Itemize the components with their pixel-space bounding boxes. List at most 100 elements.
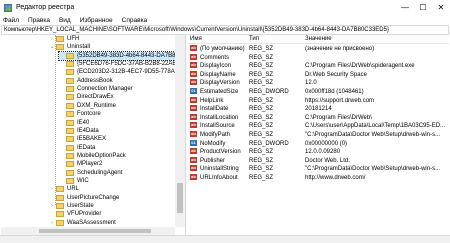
value-name: (По умолчанию)	[200, 46, 245, 52]
value-row[interactable]: ab InstallLocation REG_SZ C:\Program Files\…	[187, 113, 449, 123]
value-data: http://www.drweb.com/	[305, 175, 366, 181]
value-row[interactable]: ab ModifyPath REG_SZ "C:\ProgramData\Doctor…	[187, 131, 449, 140]
menu-favorites[interactable]: Избранное	[80, 17, 113, 24]
value-name: ModifyPath	[200, 132, 231, 138]
value-type: REG_SZ	[249, 80, 274, 87]
tree-item[interactable]: AddressBook	[59, 77, 113, 85]
value-type: REG_SZ	[249, 54, 274, 61]
column-name-header[interactable]: Имя	[190, 35, 202, 44]
tree-item-label: URL	[67, 186, 80, 193]
tree-item[interactable]: Connection Manager	[59, 85, 133, 93]
tree-item[interactable]: {5FCE6D76-F5DC-37AB-B2B8-22AB8CEDI	[59, 60, 185, 68]
folder-icon	[56, 186, 64, 193]
folder-icon	[56, 203, 64, 209]
close-button[interactable]: ✕	[432, 0, 450, 15]
tree-expander-icon[interactable]: ›	[49, 219, 55, 227]
value-type: REG_SZ	[249, 132, 274, 138]
tree-item[interactable]: IE5BAKEX	[59, 135, 106, 143]
folder-icon	[66, 161, 74, 168]
folder-icon	[56, 44, 64, 51]
tree-expander-icon[interactable]: ⌄	[49, 43, 55, 51]
value-type: REG_DWORD	[249, 140, 289, 147]
value-row[interactable]: ab InstallDate REG_SZ 20181214	[187, 105, 449, 114]
registry-tree: › UFH ⌄ Uninstall {5352DB49-383D-4b64-8443-D…	[1, 35, 186, 235]
value-row[interactable]: ab InstallSource REG_SZ C:\Users\user\AppDa…	[187, 122, 449, 131]
column-type-header[interactable]: Тип	[249, 35, 259, 44]
tree-item[interactable]: IE4Data	[59, 127, 99, 135]
tree-item[interactable]: › UserState	[49, 202, 94, 210]
tree-horizontal-scroll-thumb[interactable]	[39, 229, 151, 233]
tree-item[interactable]: DirectDrawEx	[59, 93, 114, 101]
menu-file[interactable]: Файл	[3, 17, 19, 24]
value-row[interactable]: ab URLInfoAbout REG_SZ http://www.drweb.com…	[187, 174, 449, 183]
value-data: 12.0.0.09280	[305, 149, 341, 156]
tree-item-label: WIC	[77, 177, 89, 184]
tree-item[interactable]: {ECD203D2-312B-4EC7-9D55-778A81C6BDI	[59, 68, 185, 76]
value-row[interactable]: ab DisplayVersion REG_SZ 12.0	[187, 79, 449, 88]
tree-item-label: UserPictureChange	[67, 194, 120, 201]
value-row[interactable]: ab Publisher REG_SZ Doctor Web, Ltd.	[187, 156, 449, 166]
column-header: Имя Тип Значение	[187, 35, 449, 44]
menu-edit[interactable]: Правка	[28, 17, 50, 24]
value-row[interactable]: ab UninstallString REG_SZ "C:\ProgramData\D…	[187, 165, 449, 174]
menu-bar: Файл Правка Вид Избранное Справка	[0, 15, 450, 25]
value-name: InstallLocation	[200, 114, 239, 121]
value-type: REG_SZ	[249, 71, 274, 78]
menu-view[interactable]: Вид	[59, 17, 71, 24]
value-type: REG_SZ	[249, 166, 274, 173]
tree-item[interactable]: SchedulingAgent	[59, 169, 122, 177]
tree-vertical-scroll-thumb[interactable]	[177, 183, 183, 213]
string-value-icon: ab	[190, 131, 197, 137]
maximize-button[interactable]: ☐	[414, 0, 432, 15]
folder-icon	[56, 36, 64, 42]
tree-item-label: SchedulingAgent	[77, 169, 123, 176]
value-name: Comments	[200, 54, 230, 61]
value-row[interactable]: ab DisplayIcon REG_SZ C:\Program Files\DrWe…	[187, 62, 449, 71]
value-row[interactable]: ab HelpLink REG_SZ https://support.drweb.co…	[187, 96, 449, 106]
tree-expander-icon[interactable]: ›	[49, 202, 55, 210]
tree-vertical-scrollbar[interactable]	[175, 35, 185, 227]
folder-icon	[56, 219, 64, 226]
value-type: REG_SZ	[249, 123, 274, 130]
tree-item[interactable]: MPlayer2	[59, 160, 102, 168]
tree-item[interactable]: IEData	[59, 144, 95, 152]
tree-item[interactable]: WIC	[59, 177, 89, 185]
tree-expander-icon[interactable]: ›	[49, 185, 55, 193]
tree-item-label: MobileOptionPack	[77, 152, 126, 159]
value-row[interactable]: ab (По умолчанию) REG_SZ (значение не присв…	[187, 45, 449, 54]
title-bar: Редактор реестра — ☐ ✕	[0, 0, 450, 15]
tree-item[interactable]: › WaaSAssessment	[49, 219, 116, 227]
column-value-header[interactable]: Значение	[305, 35, 332, 44]
tree-item[interactable]: DXM_Runtime	[59, 102, 116, 110]
tree-item[interactable]: VFUProvider	[49, 210, 101, 218]
tree-item[interactable]: UserPictureChange	[49, 194, 119, 202]
value-data: Doctor Web, Ltd.	[305, 157, 350, 164]
value-type: REG_DWORD	[249, 89, 289, 95]
value-row[interactable]: 01 EstimatedSize REG_DWORD 0x000ff18d (1048…	[187, 88, 449, 97]
value-row[interactable]: ab ProductVersion REG_SZ 12.0.0.09280	[187, 148, 449, 157]
tree-item[interactable]: IE40	[59, 119, 89, 127]
value-row[interactable]: 01 NoModify REG_DWORD 0x00000000 (0)	[187, 139, 449, 149]
tree-item[interactable]: › UFH	[49, 35, 79, 43]
tree-horizontal-scrollbar[interactable]	[1, 227, 175, 235]
string-value-icon: ab	[190, 148, 197, 155]
minimize-button[interactable]: —	[396, 0, 414, 15]
tree-item[interactable]: ⌄ Uninstall	[49, 43, 90, 51]
tree-item[interactable]: › URL	[49, 185, 79, 193]
folder-icon	[66, 102, 74, 109]
value-row[interactable]: ab Comments REG_SZ	[187, 53, 449, 63]
folder-icon	[66, 169, 74, 176]
string-value-icon: ab	[190, 122, 197, 129]
tree-item-label: VFUProvider	[67, 211, 102, 218]
menu-help[interactable]: Справка	[122, 17, 148, 24]
tree-item[interactable]: {5352DB49-383D-4b64-8443-DA7B80C33ED	[58, 50, 185, 61]
tree-guide-line	[55, 35, 56, 205]
address-bar[interactable]: Компьютер\HKEY_LOCAL_MACHINE\SOFTWARE\Mi…	[1, 25, 449, 35]
value-name: NoModify	[200, 140, 226, 147]
tree-item-label: Fontcore	[77, 111, 101, 118]
tree-expander-icon[interactable]: ›	[49, 35, 55, 43]
tree-item[interactable]: MobileOptionPack	[59, 152, 126, 160]
value-row[interactable]: ab DisplayName REG_SZ Dr.Web Security Space	[187, 70, 449, 80]
tree-item[interactable]: Fontcore	[59, 110, 101, 118]
string-value-icon: ab	[190, 70, 197, 77]
